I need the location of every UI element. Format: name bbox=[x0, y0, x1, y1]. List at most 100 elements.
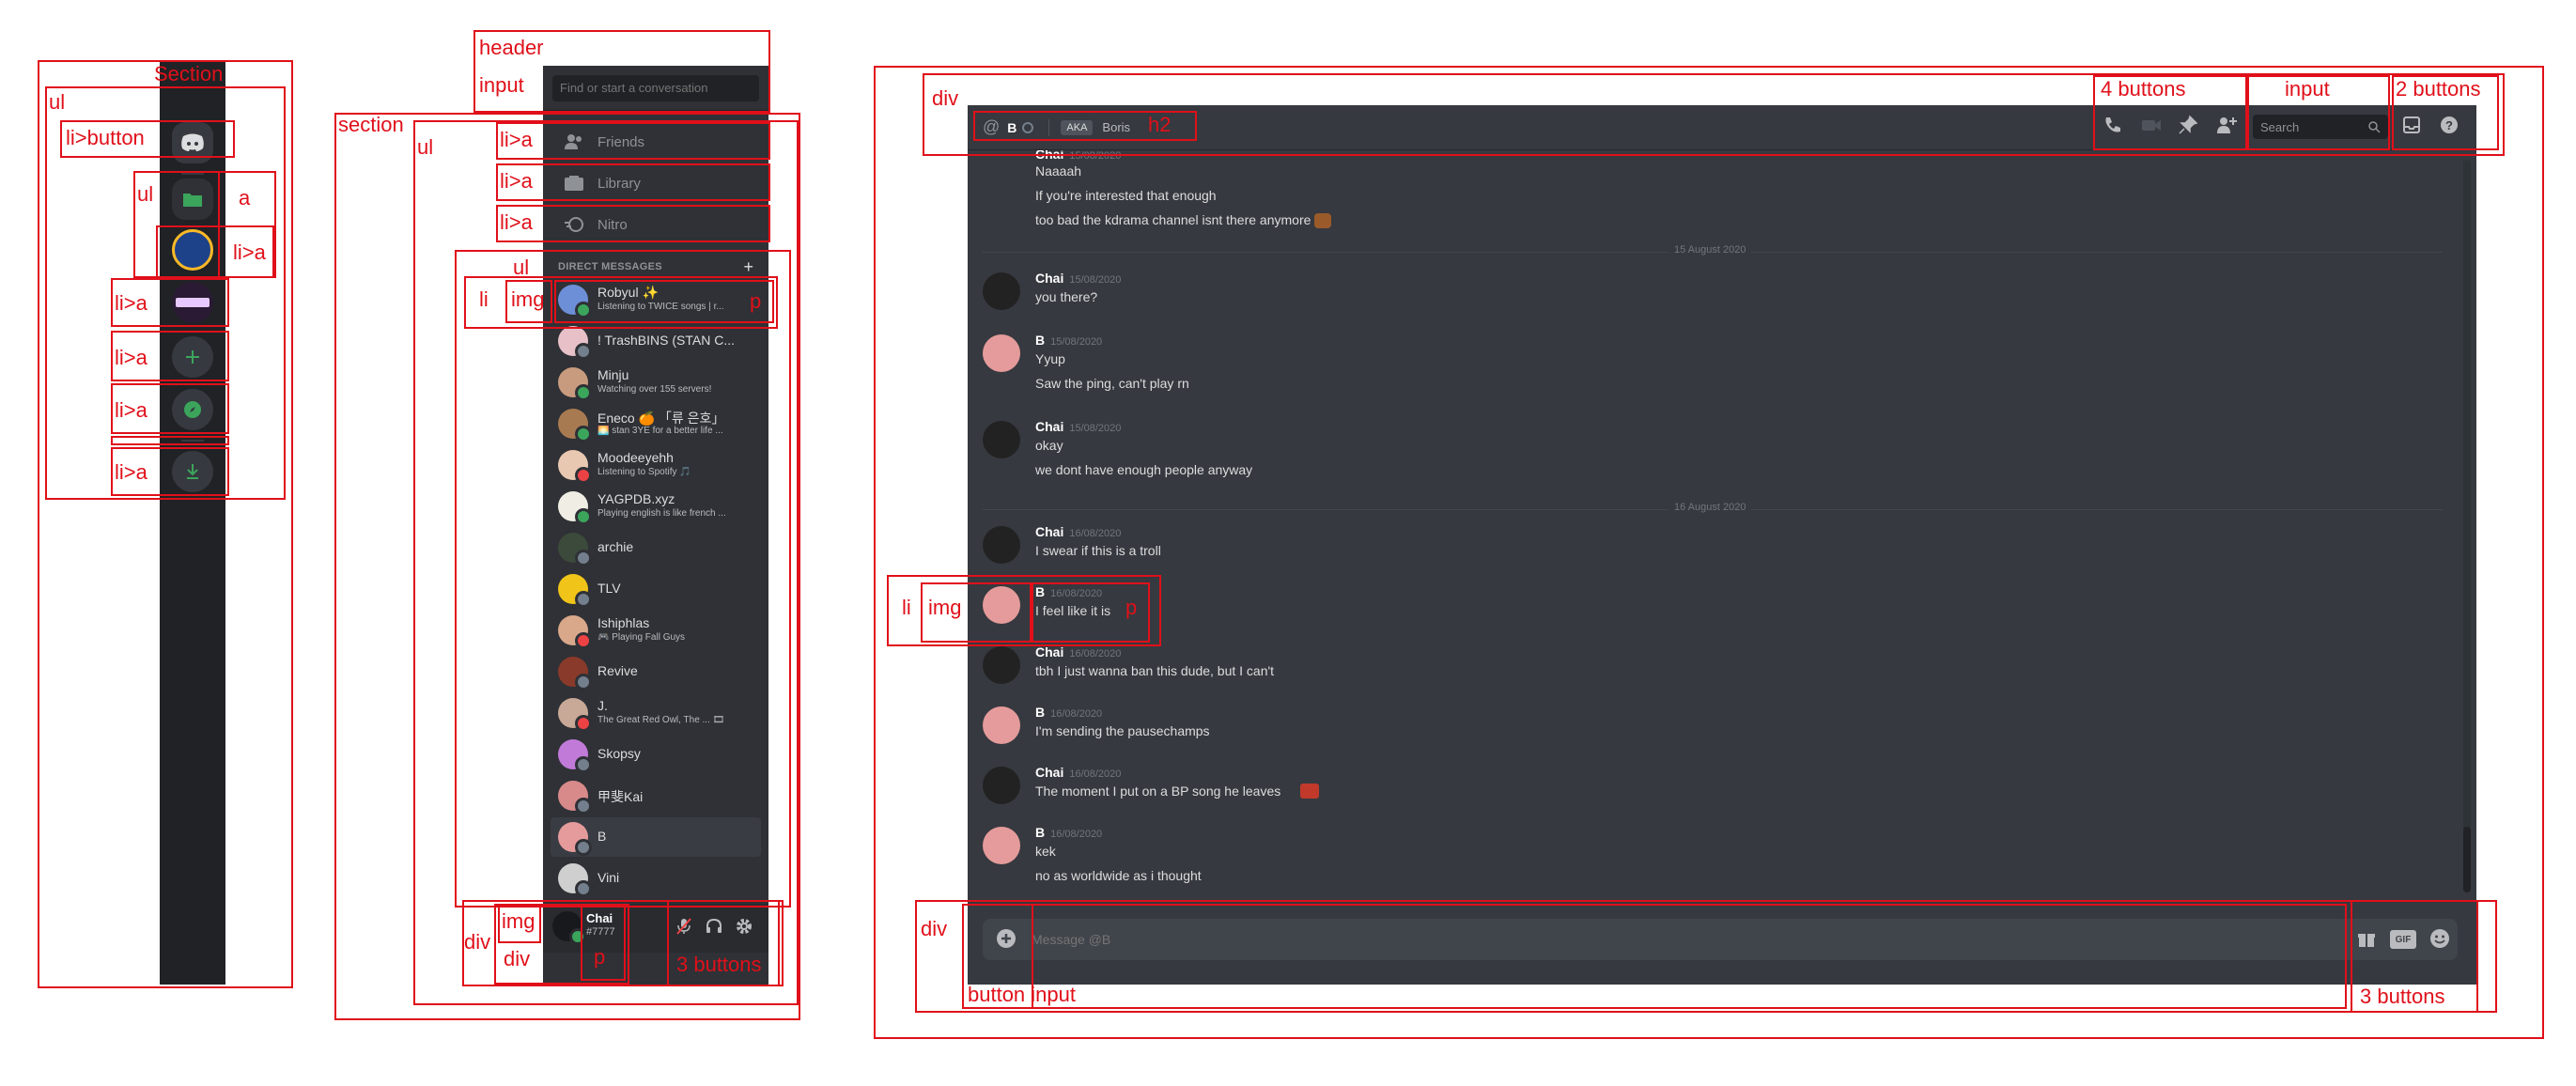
author-name[interactable]: Chai bbox=[1035, 524, 1063, 539]
message-avatar[interactable] bbox=[983, 646, 1020, 684]
dm-avatar[interactable] bbox=[558, 450, 592, 484]
halcyon-server-icon[interactable] bbox=[172, 282, 213, 323]
emoji-icon bbox=[2430, 929, 2449, 948]
dm-avatar[interactable] bbox=[558, 409, 592, 442]
author-name[interactable]: B bbox=[1035, 584, 1045, 599]
emoji-button[interactable] bbox=[2429, 928, 2452, 951]
dm-activity: The Great Red Owl, The ... 🎞 bbox=[597, 715, 725, 725]
warriors-server-icon[interactable] bbox=[172, 229, 213, 271]
dm-avatar[interactable] bbox=[558, 491, 592, 525]
message-avatar[interactable] bbox=[983, 272, 1020, 310]
explore-servers-button[interactable] bbox=[172, 389, 213, 430]
gif-button[interactable]: GIF bbox=[2390, 930, 2416, 949]
status-dot bbox=[575, 674, 592, 690]
dm-avatar[interactable] bbox=[558, 533, 592, 566]
author-name[interactable]: B bbox=[1035, 333, 1045, 348]
mute-button[interactable] bbox=[675, 917, 695, 938]
help-icon: ? bbox=[2441, 116, 2458, 133]
dm-avatar[interactable] bbox=[558, 863, 592, 897]
nav-friends[interactable]: Friends bbox=[551, 122, 761, 162]
dm-item[interactable]: Ishiphlas 🎮 Playing Fall Guys bbox=[551, 611, 761, 650]
help-button[interactable]: ? bbox=[2439, 115, 2463, 139]
message-avatar[interactable] bbox=[983, 586, 1020, 624]
nav-nitro[interactable]: Nitro bbox=[551, 205, 761, 244]
dm-avatar[interactable] bbox=[558, 698, 592, 732]
video-call-button[interactable] bbox=[2140, 115, 2165, 139]
dm-avatar[interactable] bbox=[558, 615, 592, 649]
dm-activity: Playing english is like french ... bbox=[597, 508, 726, 519]
annotation-label: div bbox=[504, 947, 531, 970]
dm-avatar[interactable] bbox=[558, 574, 592, 608]
author-name[interactable]: Chai bbox=[1035, 644, 1063, 659]
dm-item[interactable]: Revive bbox=[551, 652, 761, 691]
settings-button[interactable] bbox=[735, 917, 755, 938]
divider bbox=[1048, 118, 1050, 136]
dm-avatar[interactable] bbox=[558, 326, 592, 360]
message-avatar[interactable] bbox=[983, 767, 1020, 804]
gift-button[interactable] bbox=[2356, 928, 2379, 951]
upload-button[interactable] bbox=[996, 928, 1018, 951]
dm-item[interactable]: Robyul ✨ Listening to TWICE songs | r... bbox=[551, 280, 761, 319]
dm-item[interactable]: B bbox=[551, 817, 761, 857]
dm-item[interactable]: Moodeeyehh Listening to Spotify 🎵 bbox=[551, 445, 761, 485]
pinned-messages-button[interactable] bbox=[2178, 115, 2202, 139]
message-avatar[interactable] bbox=[983, 526, 1020, 564]
server-folder-button[interactable] bbox=[172, 178, 213, 220]
message-avatar[interactable] bbox=[983, 827, 1020, 864]
author-name[interactable]: B bbox=[1035, 825, 1045, 840]
dm-item[interactable]: J. The Great Red Owl, The ... 🎞 bbox=[551, 693, 761, 733]
inbox-button[interactable] bbox=[2401, 115, 2426, 139]
author-name[interactable]: Chai bbox=[1035, 419, 1063, 434]
dm-item[interactable]: Skopsy bbox=[551, 735, 761, 774]
timestamp: 15/08/2020 bbox=[1050, 336, 1103, 348]
call-button[interactable] bbox=[2103, 115, 2127, 139]
scrollbar-thumb[interactable] bbox=[2463, 827, 2471, 892]
download-apps-button[interactable] bbox=[172, 451, 213, 492]
message-text: Naaaah bbox=[1035, 163, 1082, 178]
dm-item[interactable]: ! TrashBINS (STAN C... bbox=[551, 321, 761, 361]
dm-avatar[interactable] bbox=[558, 367, 592, 401]
add-friend-button[interactable] bbox=[2215, 115, 2240, 139]
user-avatar[interactable] bbox=[552, 911, 586, 945]
dm-avatar[interactable] bbox=[558, 781, 592, 814]
home-button[interactable] bbox=[172, 122, 213, 163]
dm-item[interactable]: Vini bbox=[551, 859, 761, 898]
author-name[interactable]: Chai bbox=[1035, 150, 1063, 162]
message-avatar[interactable] bbox=[983, 421, 1020, 458]
deafen-button[interactable] bbox=[705, 917, 725, 938]
status-dot bbox=[575, 550, 592, 566]
author-name[interactable]: Chai bbox=[1035, 271, 1063, 286]
annotation-label: a bbox=[239, 186, 251, 209]
author-name[interactable]: B bbox=[1035, 705, 1045, 720]
author-name[interactable]: Chai bbox=[1035, 765, 1063, 780]
add-server-button[interactable] bbox=[172, 336, 213, 378]
status-dot bbox=[575, 798, 592, 814]
message-avatar[interactable] bbox=[983, 706, 1020, 744]
new-dm-button[interactable]: + bbox=[743, 257, 753, 277]
message-text: tbh I just wanna ban this dude, but I ca… bbox=[1035, 663, 1275, 678]
dm-item[interactable]: Minju Watching over 155 servers! bbox=[551, 363, 761, 402]
chat-search[interactable]: Search bbox=[2253, 115, 2388, 139]
dm-item[interactable]: archie bbox=[551, 528, 761, 567]
message-avatar[interactable] bbox=[983, 334, 1020, 372]
message-input[interactable] bbox=[1030, 924, 2335, 954]
status-dot bbox=[575, 756, 592, 773]
kdrama-emoji bbox=[1314, 213, 1332, 229]
dm-avatar[interactable] bbox=[558, 739, 592, 773]
conversation-search-input[interactable] bbox=[552, 74, 759, 101]
chat-title: B bbox=[1007, 119, 1017, 135]
status-dot bbox=[575, 467, 592, 484]
dm-item[interactable]: YAGPDB.xyz Playing english is like french… bbox=[551, 487, 761, 526]
dm-name: YAGPDB.xyz bbox=[597, 491, 675, 506]
dm-avatar[interactable] bbox=[558, 822, 592, 856]
dm-avatar[interactable] bbox=[558, 285, 592, 318]
dm-item[interactable]: TLV bbox=[551, 569, 761, 609]
annotation-label: p bbox=[594, 945, 606, 969]
status-dot bbox=[575, 384, 592, 401]
dm-item[interactable]: Eneco 🍊 「류 은호」 🌅 stan 3YE for a better li… bbox=[551, 404, 761, 443]
nav-library[interactable]: Library bbox=[551, 163, 761, 203]
dm-avatar[interactable] bbox=[558, 657, 592, 690]
dm-name: B bbox=[597, 829, 607, 844]
scrollbar-track[interactable] bbox=[2463, 160, 2471, 892]
dm-item[interactable]: 甲斐Kai bbox=[551, 776, 761, 815]
